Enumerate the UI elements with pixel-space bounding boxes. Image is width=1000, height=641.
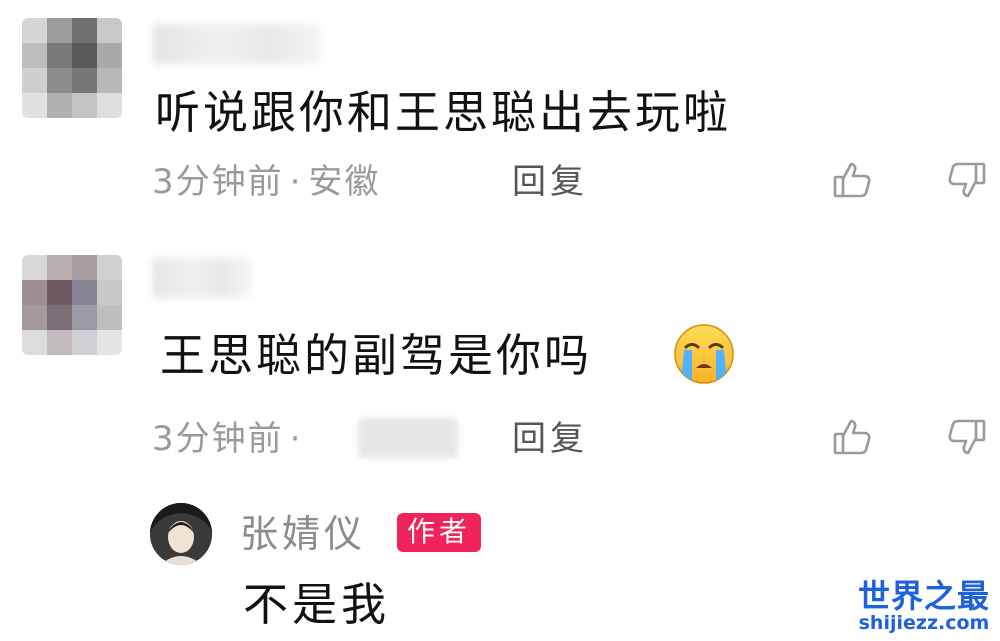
comment-text-1: 听说跟你和王思聪出去玩啦	[155, 86, 732, 139]
commenter-name-blurred-2[interactable]	[152, 258, 252, 298]
reply-button-1[interactable]: 回复	[512, 165, 588, 199]
comment-location-1: 安徽	[308, 162, 381, 202]
watermark-logo: 世界之最 shijiezz.com	[858, 580, 990, 633]
comment-thread: 听说跟你和王思聪出去玩啦 3分钟前 · 安徽 回复 王思聪的副驾是你吗 3分钟前…	[0, 0, 1000, 641]
watermark-title: 世界之最	[857, 577, 990, 615]
comment-time-2: 3分钟前	[152, 419, 284, 459]
comment-text-2: 王思聪的副驾是你吗	[160, 329, 593, 382]
author-avatar[interactable]	[150, 503, 212, 565]
thumbs-up-icon[interactable]	[830, 415, 874, 459]
commenter-name-blurred-1[interactable]	[152, 24, 322, 64]
reply-button-2[interactable]: 回复	[512, 422, 588, 456]
author-reply-text: 不是我	[243, 578, 391, 631]
comment-location-blurred-2	[358, 418, 458, 458]
comment-meta-1: 3分钟前 · 安徽	[152, 165, 380, 199]
author-name[interactable]: 张婧仪	[240, 515, 366, 553]
thumbs-down-icon[interactable]	[945, 415, 989, 459]
meta-separator: ·	[289, 162, 303, 202]
thumbs-up-icon[interactable]	[830, 158, 874, 202]
comment-time-1: 3分钟前	[152, 162, 284, 202]
commenter-avatar-2[interactable]	[22, 255, 122, 355]
author-badge: 作者	[397, 513, 482, 552]
thumbs-down-icon[interactable]	[945, 158, 989, 202]
watermark-url: shijiezz.com	[858, 612, 990, 634]
commenter-avatar-1[interactable]	[22, 18, 122, 118]
meta-separator: ·	[289, 419, 303, 459]
loudly-crying-face-icon	[672, 322, 736, 386]
comment-meta-2: 3分钟前 ·	[152, 422, 308, 456]
